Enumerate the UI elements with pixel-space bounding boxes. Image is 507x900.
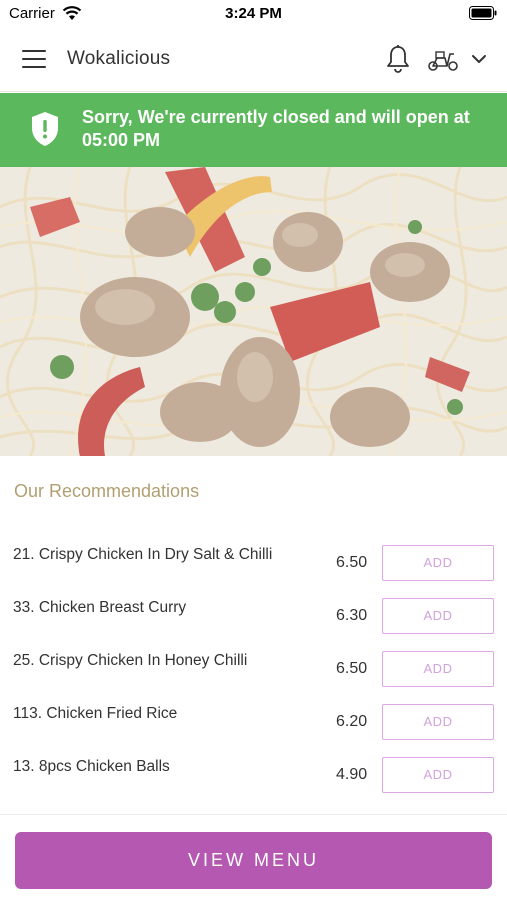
list-item: 21. Crispy Chicken In Dry Salt & Chilli … [0, 530, 507, 583]
item-price: 4.90 [336, 766, 368, 783]
closed-banner: Sorry, We're currently closed and will o… [0, 93, 507, 167]
chevron-down-icon[interactable] [470, 52, 488, 66]
app-header: Wokalicious [0, 28, 507, 92]
battery-icon [469, 6, 497, 20]
list-item: 25. Crispy Chicken In Honey Chilli 6.50 … [0, 636, 507, 689]
list-item: 33. Chicken Breast Curry 6.30 ADD [0, 583, 507, 636]
item-name: 113. Chicken Fried Rice [13, 705, 178, 722]
hero-food-image [0, 167, 507, 456]
add-button[interactable]: ADD [382, 598, 494, 634]
scooter-icon[interactable] [427, 48, 459, 72]
menu-icon[interactable] [22, 50, 46, 70]
item-price: 6.30 [336, 607, 368, 624]
add-button[interactable]: ADD [382, 757, 494, 793]
list-item: 13. 8pcs Chicken Balls 4.90 ADD [0, 742, 507, 795]
item-price: 6.50 [336, 554, 368, 571]
recommendations-title: Our Recommendations [14, 481, 200, 501]
list-item: 113. Chicken Fried Rice 6.20 ADD [0, 689, 507, 742]
status-bar: Carrier 3:24 PM [0, 0, 507, 28]
shield-icon [32, 112, 58, 146]
recommendations-list: 21. Crispy Chicken In Dry Salt & Chilli … [0, 530, 507, 795]
bell-icon[interactable] [385, 44, 411, 74]
item-name: 25. Crispy Chicken In Honey Chilli [13, 652, 248, 669]
view-menu-button[interactable]: VIEW MENU [15, 832, 492, 889]
add-button[interactable]: ADD [382, 545, 494, 581]
app-title: Wokalicious [67, 48, 171, 69]
status-time: 3:24 PM [225, 5, 282, 22]
closed-message: Sorry, We're currently closed and will o… [82, 107, 470, 150]
item-name: 33. Chicken Breast Curry [13, 599, 187, 616]
item-name: 13. 8pcs Chicken Balls [13, 758, 170, 775]
add-button[interactable]: ADD [382, 704, 494, 740]
item-name: 21. Crispy Chicken In Dry Salt & Chilli [13, 546, 273, 563]
item-price: 6.50 [336, 660, 368, 677]
item-price: 6.20 [336, 713, 368, 730]
add-button[interactable]: ADD [382, 651, 494, 687]
